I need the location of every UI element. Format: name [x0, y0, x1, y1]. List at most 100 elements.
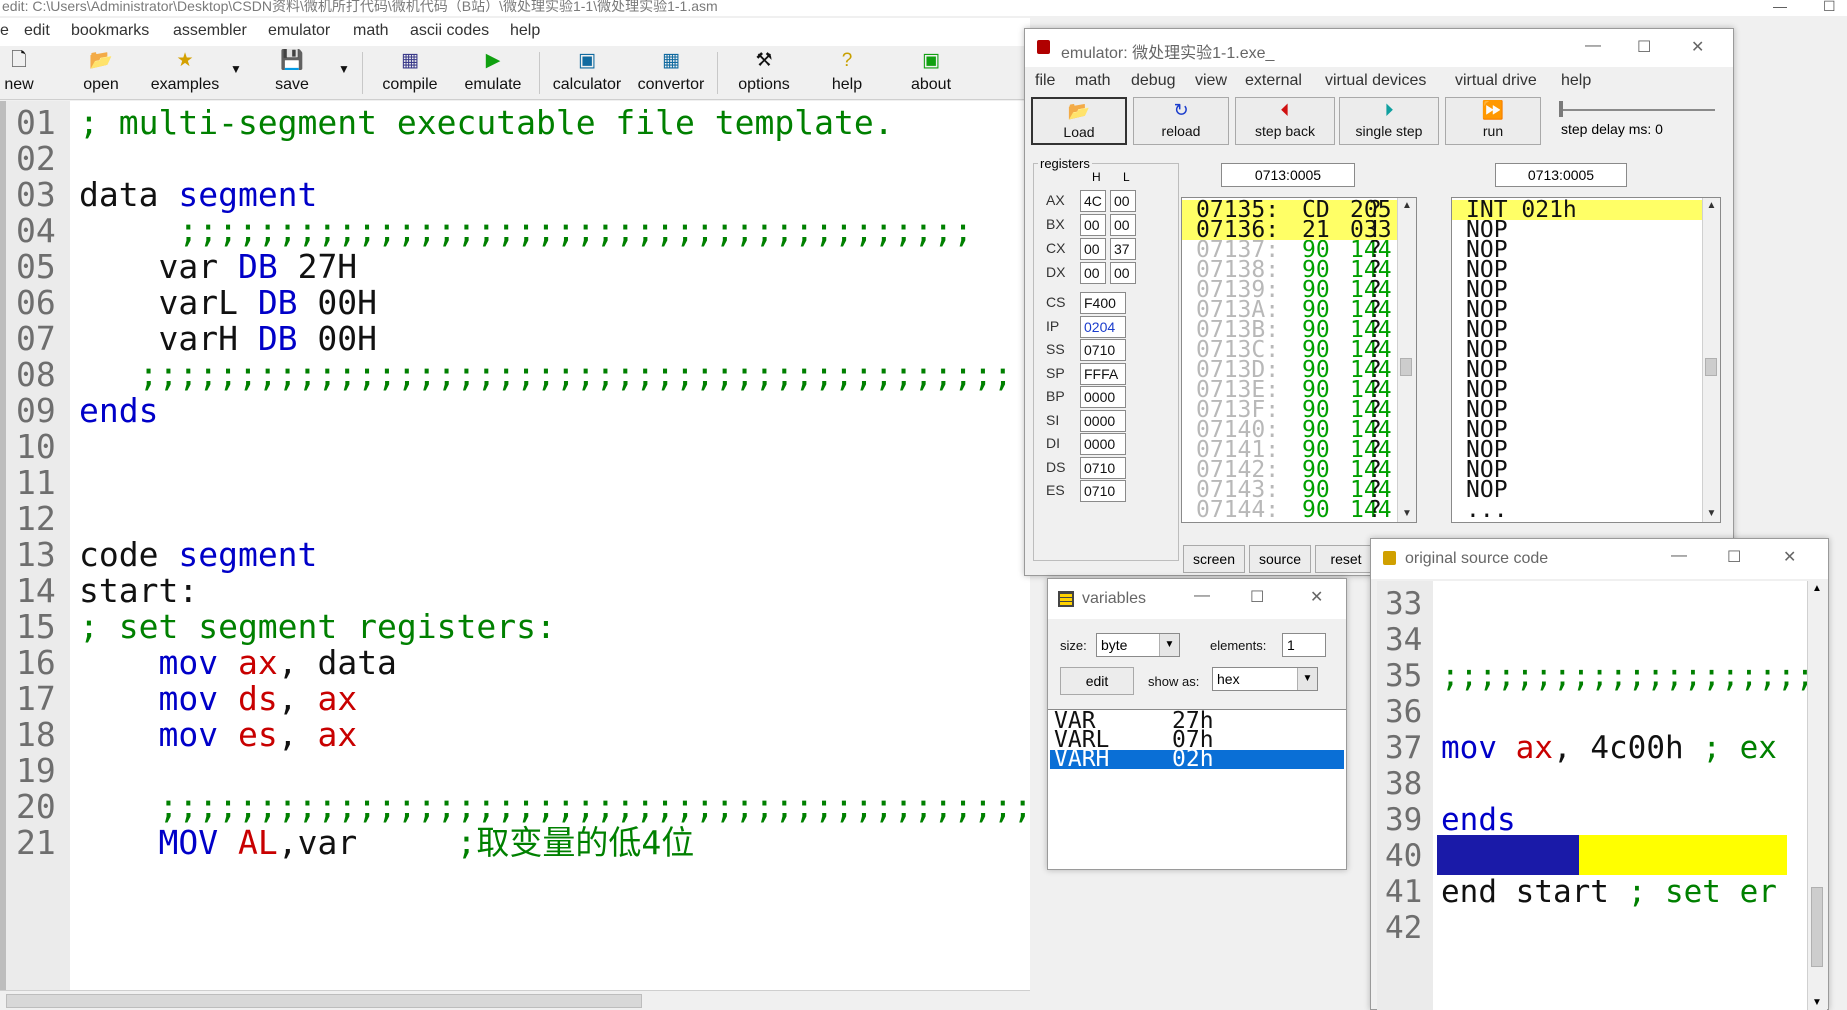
reload-button[interactable]: ↻ reload — [1133, 97, 1229, 145]
compile-button[interactable]: ▦ compile — [376, 48, 444, 98]
menu-item-edit[interactable]: edit — [24, 22, 50, 40]
emu-menu-debug[interactable]: debug — [1131, 72, 1176, 90]
editor-horizontal-scrollbar[interactable] — [0, 990, 1030, 1010]
scrollbar-thumb[interactable] — [6, 994, 642, 1008]
run-button[interactable]: ⏩ run — [1445, 97, 1541, 145]
save-button[interactable]: 💾 save — [268, 48, 316, 98]
close-icon[interactable]: ✕ — [1691, 37, 1704, 57]
memory-row[interactable]: 07139: 90 144? — [1182, 279, 1397, 302]
disasm-row[interactable]: NOP — [1452, 419, 1704, 442]
disasm-row[interactable]: NOP — [1452, 319, 1704, 342]
memory-row[interactable]: 07137: 90 144? — [1182, 239, 1397, 262]
show-as-select[interactable]: hex ▼ — [1212, 667, 1318, 691]
examples-dropdown-icon[interactable]: ▼ — [230, 62, 242, 76]
help-button[interactable]: ? help — [824, 48, 870, 98]
disasm-row[interactable]: NOP — [1452, 239, 1704, 262]
register-ip-value[interactable]: 0204 — [1080, 315, 1126, 338]
source-button[interactable]: source — [1249, 545, 1311, 573]
menu-item-emulator[interactable]: emulator — [268, 22, 330, 40]
register-bx-low[interactable]: 00 — [1110, 214, 1136, 236]
menu-item-help[interactable]: help — [510, 22, 540, 40]
chevron-down-icon[interactable]: ▼ — [1159, 634, 1179, 656]
register-es-value[interactable]: 0710 — [1080, 480, 1126, 502]
source-vertical-scrollbar[interactable]: ▲ ▼ — [1807, 581, 1827, 1010]
disasm-row[interactable]: NOP — [1452, 259, 1704, 282]
size-select[interactable]: byte ▼ — [1096, 633, 1180, 657]
emu-menu-help[interactable]: help — [1561, 72, 1591, 90]
scroll-down-arrow-icon[interactable]: ▼ — [1703, 506, 1720, 522]
chevron-down-icon[interactable]: ▼ — [1297, 668, 1317, 690]
minimize-icon[interactable]: — — [1585, 37, 1601, 55]
register-ds-value[interactable]: 0710 — [1080, 456, 1126, 479]
emu-menu-virtual-drive[interactable]: virtual drive — [1455, 72, 1537, 90]
minimize-icon[interactable]: — — [1773, 0, 1787, 13]
about-button[interactable]: ▣ about — [906, 48, 956, 98]
disasm-vertical-scrollbar[interactable]: ▲ ▼ — [1702, 198, 1720, 522]
register-ax-high[interactable]: 4C — [1080, 190, 1106, 212]
disasm-row[interactable]: NOP — [1452, 359, 1704, 382]
maximize-icon[interactable]: ☐ — [1637, 37, 1651, 57]
register-ax-low[interactable]: 00 — [1110, 190, 1136, 212]
reset-button[interactable]: reset — [1315, 545, 1377, 573]
menu-item-bookmarks[interactable]: bookmarks — [71, 22, 149, 40]
scrollbar-thumb[interactable] — [1811, 887, 1823, 967]
scrollbar-thumb[interactable] — [1705, 358, 1717, 376]
disasm-row[interactable]: NOP — [1452, 379, 1704, 402]
register-si-value[interactable]: 0000 — [1080, 409, 1126, 432]
memory-row[interactable]: 0713D: 90 144? — [1182, 359, 1397, 382]
scroll-down-arrow-icon[interactable]: ▼ — [1398, 506, 1416, 522]
variables-list[interactable]: VAR 27h VARL 07h VARH 02h — [1048, 709, 1346, 869]
step-back-button[interactable]: ⏴ step back — [1235, 97, 1335, 145]
memory-row[interactable]: 07136: 21 033! — [1182, 219, 1397, 242]
register-cx-low[interactable]: 37 — [1110, 238, 1136, 260]
code-editor[interactable]: 01; multi-segment executable file templa… — [0, 101, 1030, 990]
maximize-icon[interactable]: ☐ — [1250, 587, 1264, 607]
calculator-button[interactable]: ▣ calculator — [546, 48, 628, 98]
register-sp-value[interactable]: FFFA — [1080, 362, 1126, 385]
disasm-row[interactable]: NOP — [1452, 479, 1704, 502]
emu-menu-math[interactable]: math — [1075, 72, 1111, 90]
screen-button[interactable]: screen — [1183, 545, 1245, 573]
scroll-down-arrow-icon[interactable]: ▼ — [1808, 995, 1826, 1010]
examples-button[interactable]: ★ examples — [146, 48, 224, 98]
menu-item-assembler[interactable]: assembler — [173, 22, 247, 40]
maximize-icon[interactable]: ☐ — [1823, 0, 1836, 13]
variable-row[interactable]: VARH 02h — [1050, 748, 1344, 771]
single-step-button[interactable]: ⏵ single step — [1339, 97, 1439, 145]
maximize-icon[interactable]: ☐ — [1727, 547, 1741, 567]
step-delay-slider-knob[interactable] — [1559, 101, 1563, 117]
register-dx-high[interactable]: 00 — [1080, 262, 1106, 284]
disassembly-list[interactable]: ... NOP NOP NOP NOP NOP NOP NOP NOP NOP NOP NOP NOP N… — [1451, 197, 1721, 523]
minimize-icon[interactable]: — — [1194, 587, 1210, 605]
register-bp-value[interactable]: 0000 — [1080, 386, 1126, 408]
emulate-button[interactable]: ▶ emulate — [458, 48, 528, 98]
emu-menu-external[interactable]: external — [1245, 72, 1302, 90]
memory-row[interactable]: 07144: 90 144? — [1182, 499, 1397, 522]
memory-row[interactable]: 07138: 90 144? — [1182, 259, 1397, 282]
memory-row[interactable]: 0713E: 90 144? — [1182, 379, 1397, 402]
elements-input[interactable]: 1 — [1282, 633, 1326, 657]
scrollbar-thumb[interactable] — [1400, 358, 1412, 376]
memory-row[interactable]: 07135: CD 205? — [1182, 199, 1397, 222]
edit-button[interactable]: edit — [1060, 667, 1134, 695]
memory-vertical-scrollbar[interactable]: ▲ ▼ — [1397, 198, 1416, 522]
load-button[interactable]: 📂 Load — [1031, 97, 1127, 145]
disasm-row[interactable]: NOP — [1452, 219, 1704, 242]
disasm-address-input[interactable]: 0713:0005 — [1495, 163, 1627, 187]
memory-address-input[interactable]: 0713:0005 — [1221, 163, 1355, 187]
register-bx-high[interactable]: 00 — [1080, 214, 1106, 236]
disasm-row[interactable]: INT 021h — [1452, 199, 1704, 222]
register-di-value[interactable]: 0000 — [1080, 433, 1126, 455]
scroll-up-arrow-icon[interactable]: ▲ — [1703, 198, 1720, 214]
memory-row[interactable]: 07143: 90 144? — [1182, 479, 1397, 502]
disasm-row[interactable]: NOP — [1452, 279, 1704, 302]
new-button[interactable]: 🗋 new — [0, 48, 38, 98]
minimize-icon[interactable]: — — [1671, 547, 1687, 565]
register-cx-high[interactable]: 00 — [1080, 238, 1106, 260]
disasm-row[interactable]: NOP — [1452, 299, 1704, 322]
convertor-button[interactable]: ▦ convertor — [632, 48, 710, 98]
open-button[interactable]: 📂 open — [76, 48, 126, 98]
register-cs-value[interactable]: F400 — [1080, 292, 1126, 314]
emu-menu-view[interactable]: view — [1195, 72, 1227, 90]
disasm-row[interactable]: NOP — [1452, 399, 1704, 422]
